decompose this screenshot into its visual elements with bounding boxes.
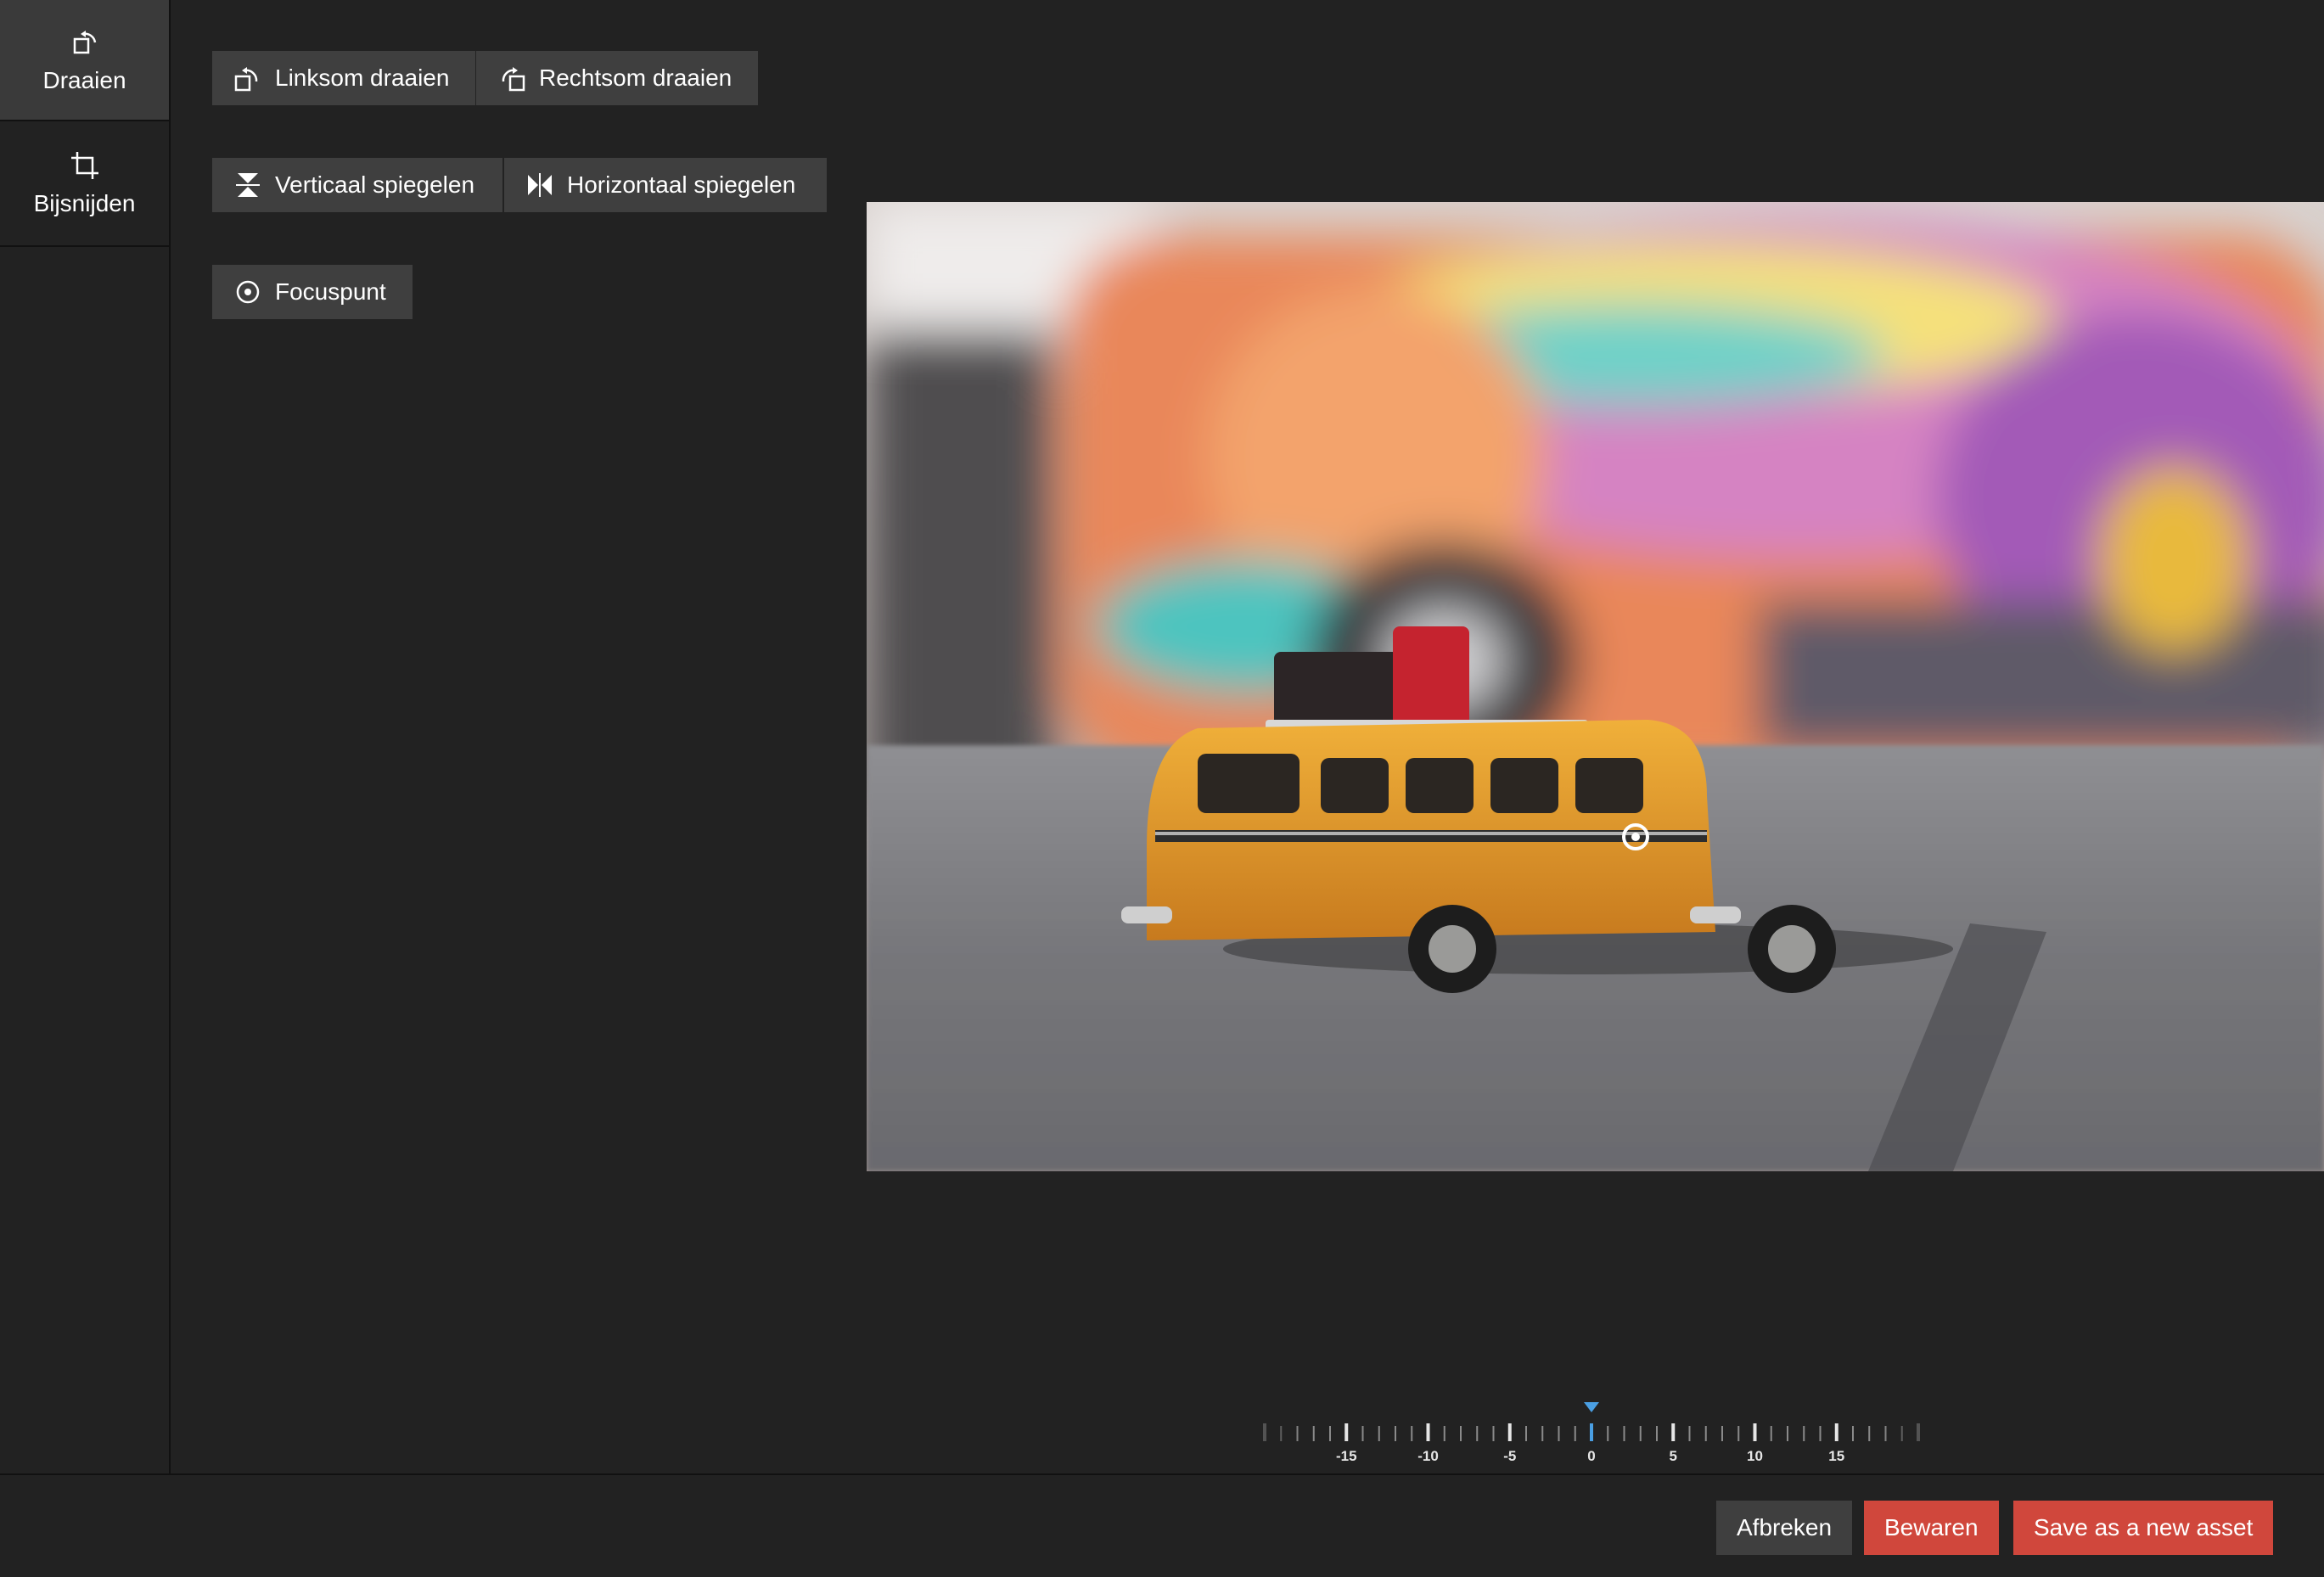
rotation-ruler[interactable]: -15 -10 -5 0 5 10 15 [1248, 1392, 1935, 1468]
focus-point-label: Focuspunt [275, 278, 386, 305]
rotation-scale[interactable]: -15 -10 -5 0 5 10 15 [1248, 1392, 1935, 1468]
tab-crop[interactable]: Bijsnijden [0, 121, 169, 247]
flip-vertical-button[interactable]: Verticaal spiegelen [212, 158, 502, 212]
ruler-tick-label: -10 [1417, 1448, 1439, 1464]
rotate-left-icon [234, 67, 258, 92]
ruler-tick-label: -15 [1336, 1448, 1357, 1464]
ruler-tick-label: 10 [1747, 1448, 1763, 1464]
flip-vertical-label: Verticaal spiegelen [275, 171, 475, 198]
save-button[interactable]: Bewaren [1864, 1501, 1999, 1555]
rotation-indicator[interactable] [1584, 1402, 1599, 1412]
focus-point-button[interactable]: Focuspunt [212, 265, 413, 319]
tool-sidebar: Draaien Bijsnijden [0, 0, 171, 1475]
flip-vertical-icon [236, 173, 260, 197]
ruler-tick-label: 0 [1587, 1448, 1595, 1464]
save-as-new-asset-button[interactable]: Save as a new asset [2013, 1501, 2274, 1555]
focus-point-icon [236, 280, 260, 304]
bus-photo [867, 202, 2324, 1171]
flip-horizontal-icon [528, 173, 552, 197]
rotate-left-label: Linksom draaien [275, 65, 450, 91]
image-editor: Draaien Bijsnijden Linksom draaien Recht… [0, 0, 2324, 1577]
ruler-tick-label: 15 [1828, 1448, 1844, 1464]
cancel-button[interactable]: Afbreken [1716, 1501, 1853, 1555]
rotate-icon [73, 31, 96, 54]
action-bar: Afbreken Bewaren Save as a new asset [0, 1473, 2324, 1577]
rotate-left-button[interactable]: Linksom draaien [212, 51, 475, 105]
image-preview[interactable] [867, 202, 2324, 1171]
ruler-tick-label: 5 [1670, 1448, 1677, 1464]
flip-horizontal-button[interactable]: Horizontaal spiegelen [504, 158, 827, 212]
tab-rotate-label: Draaien [42, 67, 126, 93]
rotate-right-label: Rechtsom draaien [539, 65, 733, 91]
crop-icon [70, 152, 98, 179]
tab-rotate[interactable]: Draaien [0, 0, 169, 121]
rotate-right-button[interactable]: Rechtsom draaien [476, 51, 758, 105]
rotate-right-icon [502, 67, 525, 92]
ruler-tick-label: -5 [1503, 1448, 1516, 1464]
flip-horizontal-label: Horizontaal spiegelen [567, 171, 796, 198]
tab-crop-label: Bijsnijden [33, 190, 136, 216]
